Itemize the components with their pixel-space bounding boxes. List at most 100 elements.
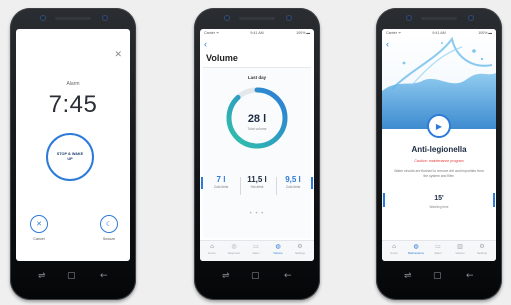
tab-label: Volume [455,251,465,255]
stop-wake-up-label: STOP & WAKE UP [56,152,84,161]
total-volume-label: Total volume [247,127,267,131]
close-icon: ✕ [36,221,42,228]
gear-icon: ⚙ [297,243,303,250]
front-camera-icon [102,15,108,21]
home-icon: ⌂ [210,243,214,250]
phone-alarm: ✕ Alarm 7:45 STOP & WAKE UP ✕ Cancel ☾ S… [10,8,136,300]
tab-label: Settings [476,251,488,255]
status-bar: Carrier ᯤ 9:41 AM 100% ▬ [382,29,496,37]
recent-apps-icon[interactable]: ⇌ [222,271,230,281]
bar-chart-icon: ▥ [457,243,463,250]
tab-dispenser[interactable]: ◎ Dispenser [223,243,245,255]
alarm-label: Alarm [66,81,80,87]
page-indicator[interactable]: • • • [200,211,314,217]
back-icon[interactable]: ← [284,271,292,281]
alarm-time: 7:45 [48,91,98,118]
play-icon: ▶ [435,121,443,131]
home-icon[interactable]: ▢ [433,271,442,281]
tab-settings[interactable]: ⚙ Settings [471,243,493,255]
sensor-icon [224,15,230,21]
cancel-label: Cancel [33,237,45,241]
tab-label: Maintenance [407,251,424,255]
sensor-icon [40,15,46,21]
tab-settings[interactable]: ⚙ Settings [289,243,311,255]
back-icon[interactable]: ← [466,271,474,281]
period-label: Last day [247,75,267,80]
home-icon[interactable]: ▢ [67,271,76,281]
water-drop-icon: ◍ [413,243,419,250]
alarm-screen: ✕ Alarm 7:45 STOP & WAKE UP ✕ Cancel ☾ S… [16,29,130,261]
sensor-icon [406,15,412,21]
tab-home[interactable]: ⌂ Home [201,243,223,255]
android-navbar: ⇌ ▢ ← [10,268,136,290]
stat-label: Cold drink [285,185,301,189]
dispenser-icon: ◎ [231,243,237,250]
scroll-edge-indicator [311,177,313,189]
duration-value: 15' [434,195,444,202]
page-title: Volume [206,53,238,63]
recent-apps-icon[interactable]: ⇌ [38,271,46,281]
tab-bar: ⌂ Home ◍ Maintenance ▭ Alarm ▥ Volume ⚙ Setti… [382,240,496,261]
stat-cold-drink: 7 l Cold drink [204,175,238,189]
tab-label: Home [208,251,216,255]
speaker-grille [55,17,91,20]
front-camera-icon [468,15,474,21]
speaker-grille [239,17,275,20]
tab-label: Dispenser [227,251,241,255]
stat-label: Hot drink [250,185,264,189]
alarm-icon: ▭ [435,243,441,250]
tab-label: Settings [294,251,306,255]
total-volume-value: 28 l [247,113,267,125]
stat-value: 9,5 l [285,175,301,184]
home-icon: ⌂ [392,243,396,250]
stat-cold-drink-2: 9,5 l Cold drink [276,175,310,189]
battery-text: 100% ▬ [296,31,310,35]
snooze-icon: ☾ [105,221,113,228]
back-icon[interactable]: ‹ [386,39,389,49]
phone-volume: Carrier ᯤ 9:41 AM 100% ▬ ‹ Volume Last d… [194,8,320,300]
back-icon[interactable]: ← [100,271,108,281]
recent-apps-icon[interactable]: ⇌ [404,271,412,281]
stop-wake-up-button[interactable]: STOP & WAKE UP [46,133,94,181]
stat-label: Cold drink [213,185,229,189]
page-title: Anti-legionella [411,145,467,154]
gear-icon: ⚙ [479,243,485,250]
android-navbar: ⇌ ▢ ← [194,268,320,290]
cancel-button[interactable]: ✕ [30,215,48,233]
volume-screen: Carrier ᯤ 9:41 AM 100% ▬ ‹ Volume Last d… [200,29,314,261]
tab-maintenance[interactable]: ◍ Maintenance [405,243,427,255]
scroll-edge-indicator [201,177,203,189]
stat-value: 7 l [216,175,226,184]
tab-label: Alarm [434,251,442,255]
anti-legionella-screen: Carrier ᯤ 9:41 AM 100% ▬ ‹ ▶ Anti-legion… [382,29,496,261]
close-icon[interactable]: ✕ [114,49,122,60]
speaker-grille [421,17,457,20]
tab-bar: ⌂ Home ◎ Dispenser ▭ Alarm ◍ Volume ⚙ Setting… [200,240,314,261]
stat-hot-drink: 11,5 l Hot drink [240,175,274,189]
stats-row: 7 l Cold drink 11,5 l Hot drink 9,5 l Co… [204,175,310,201]
play-button[interactable]: ▶ [427,114,451,138]
battery-text: 100% ▬ [478,31,492,35]
phone-anti-legionella: Carrier ᯤ 9:41 AM 100% ▬ ‹ ▶ Anti-legion… [376,8,502,300]
status-bar: Carrier ᯤ 9:41 AM 100% ▬ [200,29,314,37]
home-icon[interactable]: ▢ [251,271,260,281]
stat-value: 11,5 l [247,175,267,184]
tab-alarm[interactable]: ▭ Alarm [427,243,449,255]
tab-label: Volume [273,251,283,255]
tab-alarm[interactable]: ▭ Alarm [245,243,267,255]
tab-label: Home [390,251,398,255]
snooze-label: Snooze [102,237,116,241]
snooze-button[interactable]: ☾ [100,215,118,233]
description-text: Water circuits are flushed to remove dir… [394,169,484,179]
tab-home[interactable]: ⌂ Home [383,243,405,255]
tab-label: Alarm [252,251,260,255]
tab-volume[interactable]: ▥ Volume [449,243,471,255]
front-camera-icon [286,15,292,21]
alarm-icon: ▭ [253,243,259,250]
duration-label: Washing time [429,205,449,209]
back-icon[interactable]: ‹ [204,39,207,49]
android-navbar: ⇌ ▢ ← [376,268,502,290]
caution-text: Caution: maintenance program [414,159,464,163]
tab-volume[interactable]: ◍ Volume [267,243,289,255]
volume-icon: ◍ [275,243,281,250]
